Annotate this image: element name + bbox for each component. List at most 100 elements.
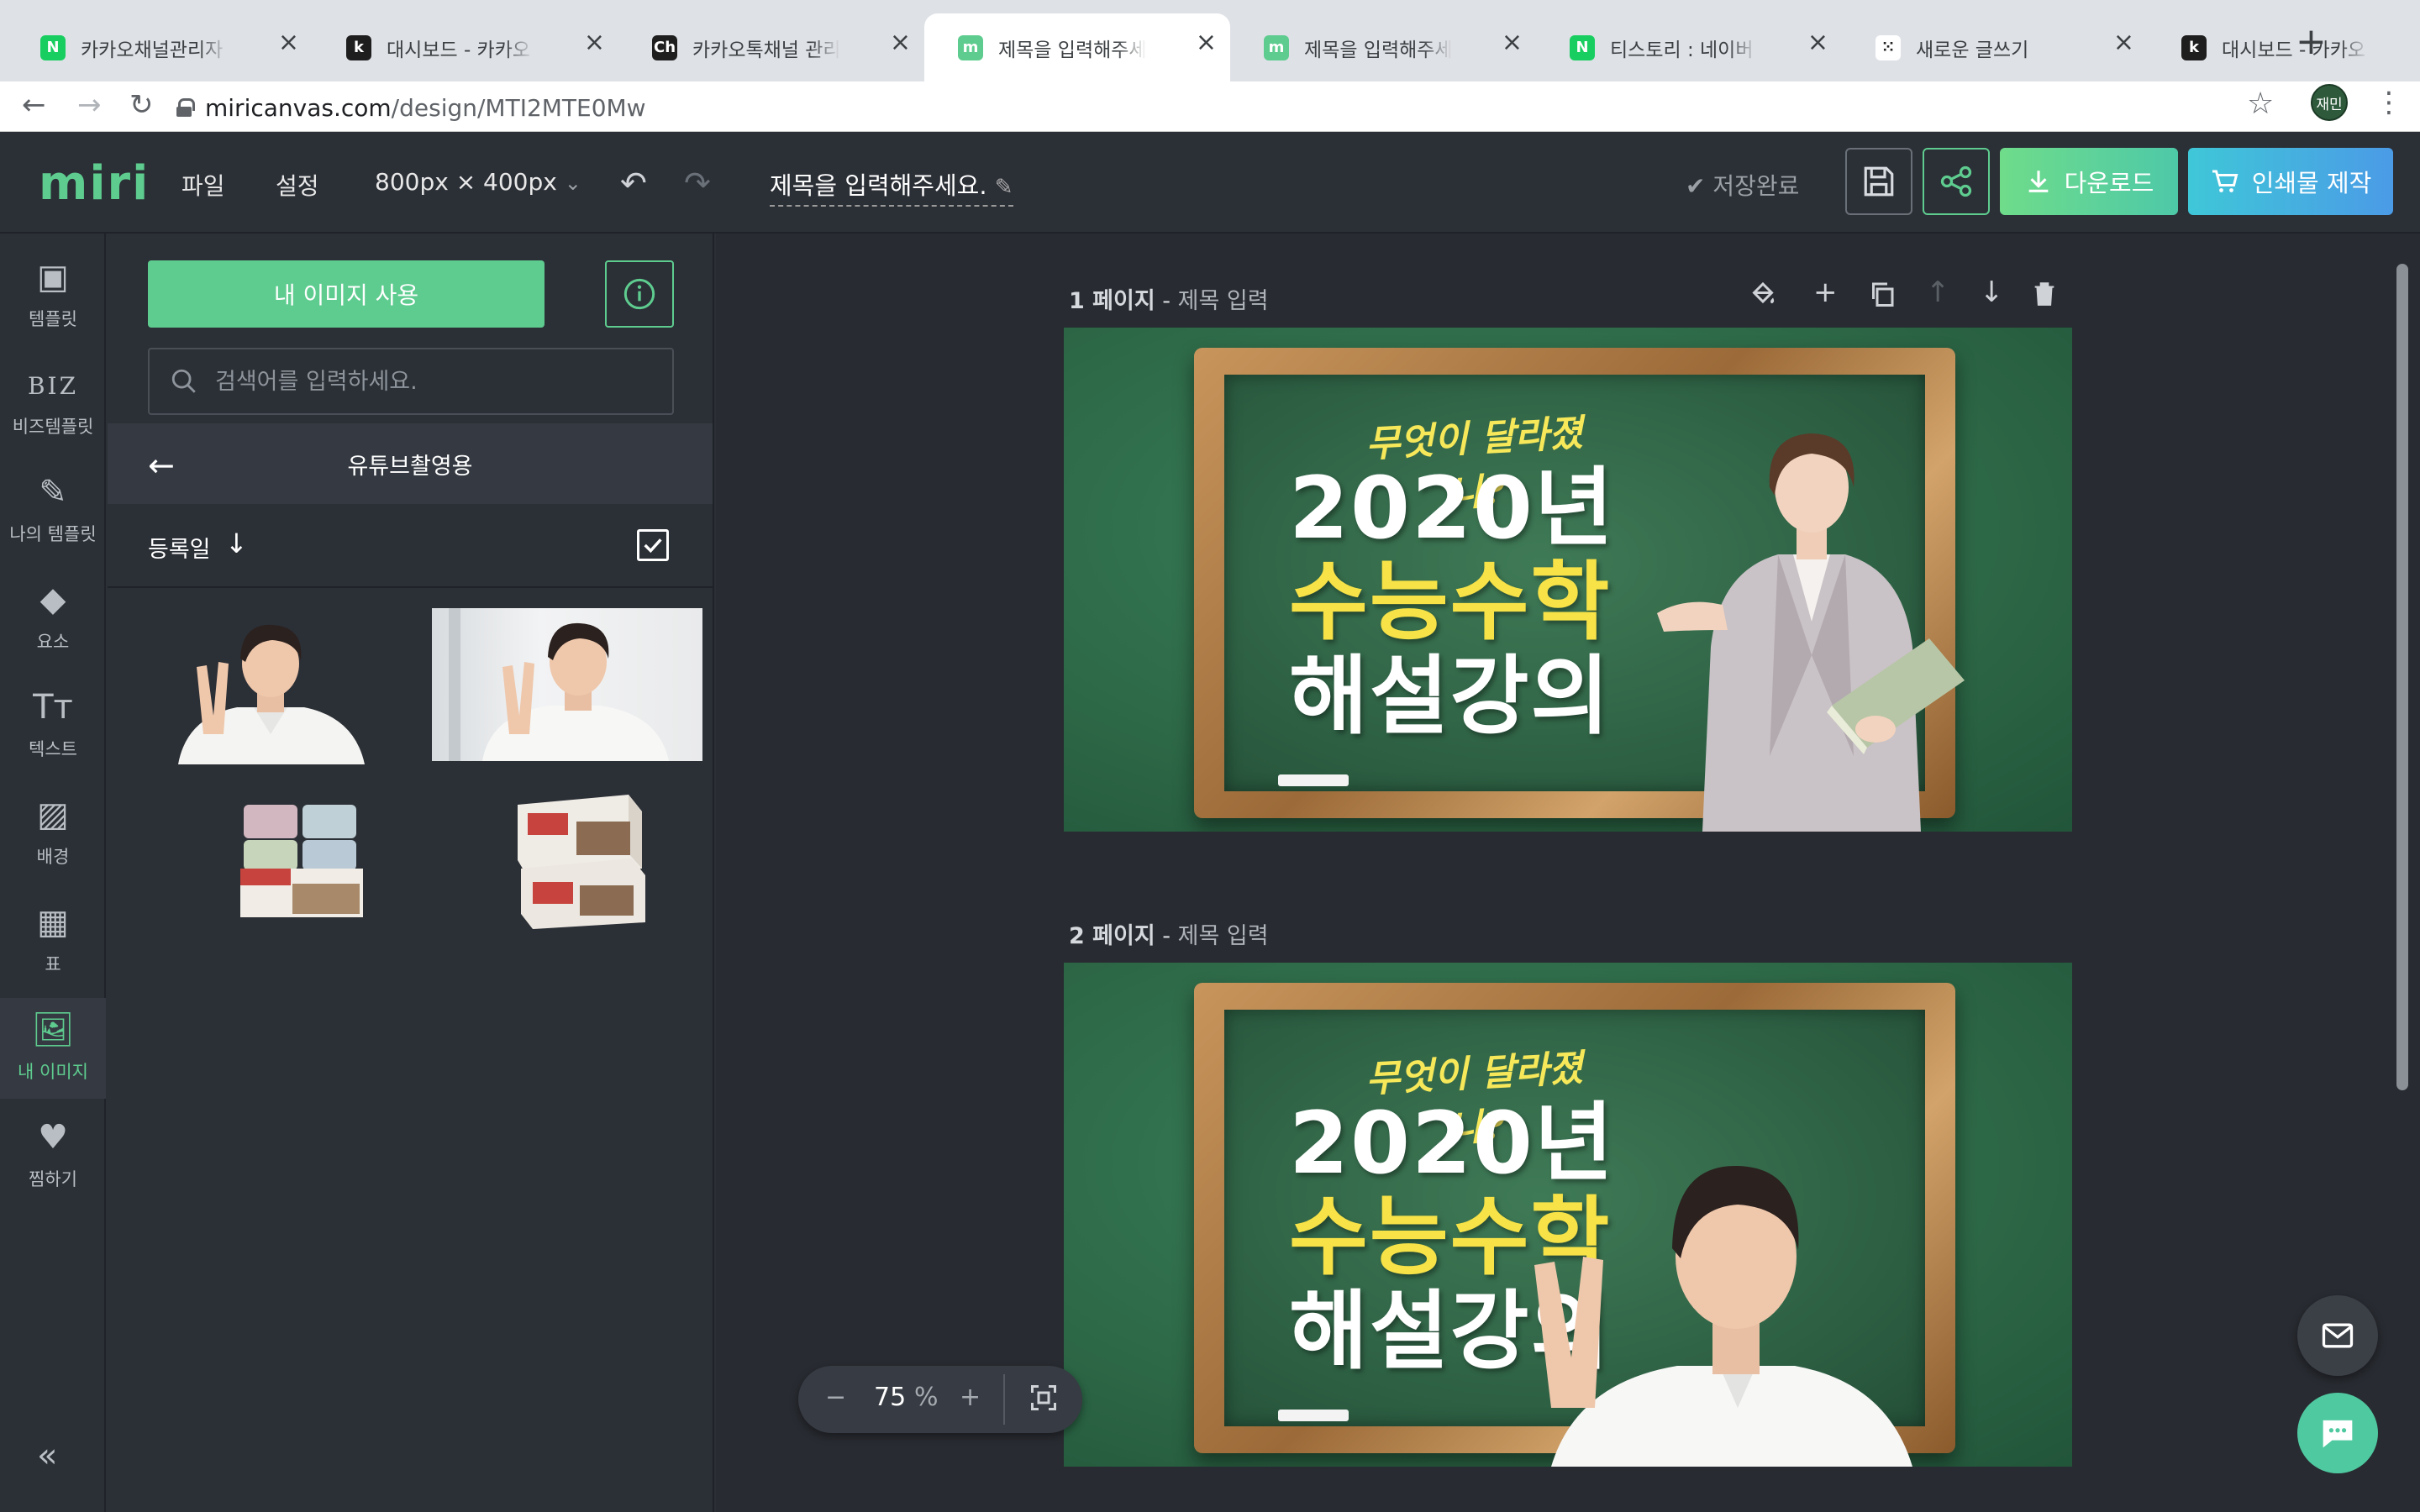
mail-button[interactable] — [2297, 1295, 2378, 1376]
image-thumbnail[interactable] — [432, 608, 702, 761]
delete-page-icon[interactable] — [2030, 279, 2059, 317]
sort-label[interactable]: 등록일 — [148, 531, 211, 564]
forward-icon[interactable]: → — [77, 88, 102, 122]
back-icon[interactable]: ← — [22, 88, 46, 122]
kakao-k-icon: k — [2181, 34, 2207, 60]
browser-tab[interactable]: m 제목을 입력해주세요. × — [1230, 13, 1536, 81]
bookmark-star-icon[interactable]: ☆ — [2247, 87, 2274, 121]
artboard-page-1[interactable]: 무엇이 달라졌나? 2020년 수능수학 해설강의 — [1064, 328, 2072, 832]
rail-item-my-image[interactable]: 🖼 내 이미지 — [0, 998, 106, 1099]
zoom-value[interactable]: 75 — [874, 1383, 906, 1412]
image-search-box[interactable] — [148, 348, 674, 415]
info-button[interactable] — [605, 260, 674, 328]
canvas-size-value: 800px × 400px — [375, 168, 557, 196]
rail-item-my-template[interactable]: ✎ 나의 템플릿 — [0, 460, 106, 561]
tab-title: 티스토리 : 네이버 통합 — [1610, 39, 1758, 61]
browser-tab[interactable]: ⁙ 새로운 글쓰기 × — [1842, 13, 2148, 81]
close-tab-icon[interactable]: × — [890, 30, 911, 55]
move-down-icon[interactable]: ↓ — [1980, 276, 2004, 309]
page-2-title[interactable]: 제목 입력 — [1178, 923, 1269, 949]
workspace-scrollbar[interactable] — [2396, 264, 2408, 1090]
artboard-page-2[interactable]: 무엇이 달라졌나? 2020년 수능수학 해설강의 — [1064, 963, 2072, 1467]
miri-logo[interactable]: miri — [39, 156, 150, 211]
image-thumbnail[interactable] — [170, 608, 371, 764]
teacher-woman-image[interactable] — [1652, 403, 1971, 832]
download-label: 다운로드 — [2064, 169, 2154, 197]
reload-icon[interactable]: ↻ — [129, 88, 154, 122]
image-thumbnail[interactable] — [234, 796, 368, 922]
settings-menu[interactable]: 설정 — [276, 168, 319, 202]
arrow-left-icon[interactable]: ← — [148, 447, 175, 484]
use-my-image-button[interactable]: 내 이미지 사용 — [148, 260, 544, 328]
paint-bucket-icon[interactable] — [1748, 279, 1778, 317]
close-tab-icon[interactable]: × — [2113, 30, 2134, 55]
person-photo-cutout — [178, 624, 365, 764]
download-button[interactable]: 다운로드 — [2000, 148, 2178, 215]
browser-tab[interactable]: N 티스토리 : 네이버 통합 × — [1536, 13, 1842, 81]
info-icon — [623, 278, 655, 310]
check-icon — [644, 538, 662, 554]
profile-avatar[interactable]: 재민 — [2311, 84, 2348, 121]
biz-icon: BIZ — [27, 372, 79, 400]
zoom-in-button[interactable]: + — [960, 1383, 981, 1412]
headline-line-1: 2020년 — [1289, 459, 1615, 559]
close-tab-icon[interactable]: × — [584, 30, 605, 55]
rail-label: 나의 템플릿 — [9, 524, 97, 544]
person-peace-sign-image[interactable] — [1518, 1131, 1938, 1467]
browser-tab[interactable]: Ch 카카오톡채널 관리자센 × — [618, 13, 924, 81]
tab-title: 제목을 입력해주세요. — [998, 39, 1146, 61]
naver-icon: N — [40, 34, 66, 60]
browser-tab[interactable]: N 카카오채널관리자 : 네 × — [7, 13, 313, 81]
save-status: ✔ 저장완료 — [1686, 168, 1799, 202]
close-tab-icon[interactable]: × — [1502, 30, 1523, 55]
chalk-stick — [1278, 774, 1349, 786]
background-icon: ▨ — [37, 795, 69, 834]
browser-tab[interactable]: m 제목을 입력해주세요. × — [924, 13, 1230, 81]
download-icon — [2028, 171, 2048, 192]
document-title-text: 제목을 입력해주세요. — [770, 171, 987, 200]
floppy-icon — [1864, 166, 1894, 197]
select-checkbox[interactable] — [637, 529, 669, 561]
browser-tab[interactable]: k대시보드 - 카카오 for× — [313, 13, 618, 81]
fit-screen-icon[interactable] — [1028, 1383, 1059, 1420]
zoom-out-button[interactable]: − — [825, 1383, 846, 1412]
document-title[interactable]: 제목을 입력해주세요. ✎ — [770, 166, 1013, 207]
search-input[interactable] — [215, 368, 652, 395]
duplicate-page-icon[interactable] — [1867, 279, 1897, 317]
rail-label: 표 — [45, 954, 61, 974]
rail-item-heart[interactable]: ♥ 찜하기 — [0, 1105, 106, 1206]
share-button[interactable] — [1923, 148, 1990, 215]
rail-item-template[interactable]: ▣ 템플릿 — [0, 245, 106, 346]
canvas-size-dropdown[interactable]: 800px × 400px ⌄ — [375, 168, 581, 196]
rail-item-text[interactable]: Tт 텍스트 — [0, 675, 106, 776]
file-menu[interactable]: 파일 — [182, 168, 225, 202]
close-tab-icon[interactable]: × — [1196, 30, 1217, 55]
rail-item-elements[interactable]: ◆ 요소 — [0, 568, 106, 669]
browser-tab[interactable]: k대시보드 - 카카오 for× — [2148, 13, 2420, 81]
rail-item-biz[interactable]: BIZ 비즈템플릿 — [0, 353, 106, 454]
headline-text[interactable]: 2020년 수능수학 해설강의 — [1289, 462, 1615, 744]
add-page-icon[interactable]: + — [1813, 276, 1838, 309]
chat-button[interactable] — [2297, 1393, 2378, 1473]
page-1-number: 1 페이지 — [1069, 288, 1155, 314]
left-rail: « ▣ 템플릿 BIZ 비즈템플릿 ✎ 나의 템플릿 ◆ 요소 Tт 텍스트 ▨ 배경 ▦ 표 🖼 내 이미지… — [0, 234, 106, 1512]
rail-item-background[interactable]: ▨ 배경 — [0, 783, 106, 884]
browser-menu-icon[interactable]: ⋮ — [2375, 86, 2403, 119]
url-field[interactable]: miricanvas.com/design/MTI2MTE0Mw — [176, 86, 646, 129]
page-1-title[interactable]: 제목 입력 — [1178, 288, 1269, 314]
sort-arrow-down-icon[interactable]: ↓ — [225, 528, 248, 559]
move-up-icon[interactable]: ↑ — [1926, 276, 1950, 309]
redo-icon[interactable]: ↷ — [684, 165, 711, 202]
save-button[interactable] — [1845, 148, 1912, 215]
chevron-down-icon: ⌄ — [564, 171, 581, 195]
close-tab-icon[interactable]: × — [1807, 30, 1828, 55]
close-tab-icon[interactable]: × — [278, 30, 299, 55]
new-tab-button[interactable]: + — [2296, 20, 2327, 63]
print-button[interactable]: 인쇄물 제작 — [2188, 148, 2393, 215]
collapse-panel-icon[interactable]: « — [37, 1436, 57, 1475]
folder-header: ← 유튜브촬영용 — [108, 423, 713, 504]
image-thumbnail[interactable] — [502, 788, 654, 931]
mail-icon — [2322, 1323, 2354, 1348]
rail-item-table[interactable]: ▦ 표 — [0, 890, 106, 991]
undo-icon[interactable]: ↶ — [620, 165, 647, 202]
